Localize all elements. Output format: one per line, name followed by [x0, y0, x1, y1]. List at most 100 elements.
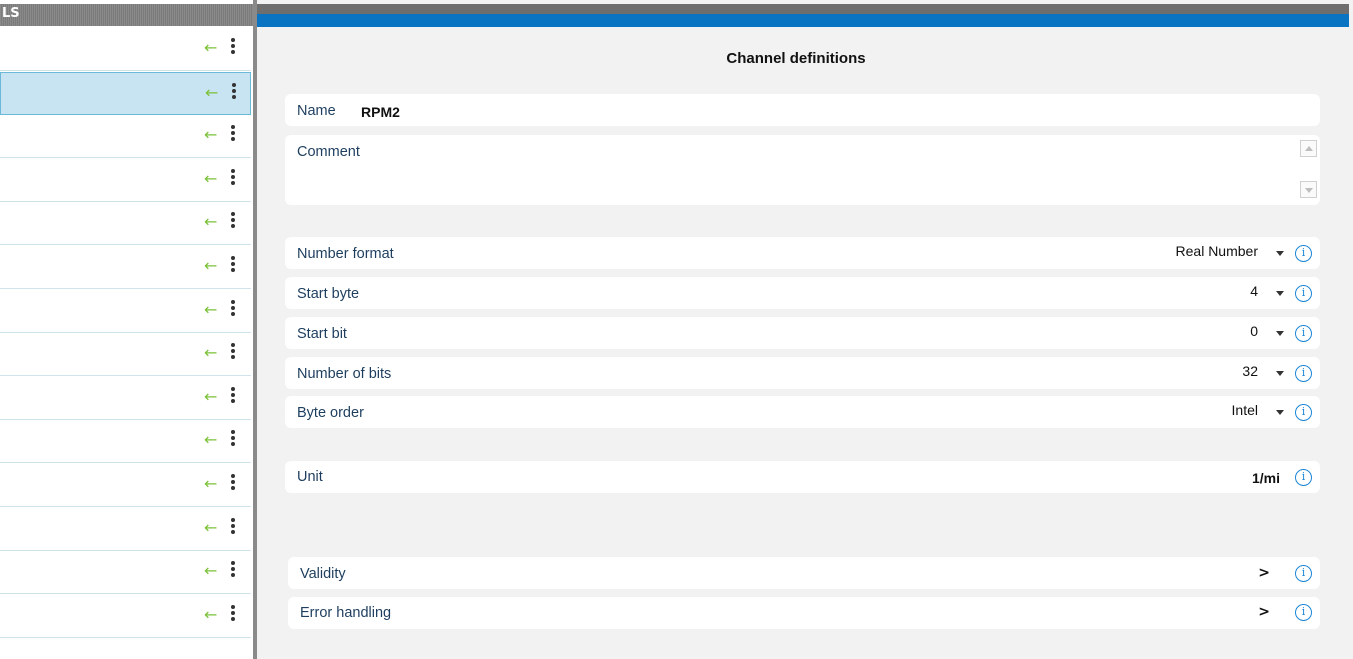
dot	[231, 181, 235, 185]
arrow-left-icon[interactable]: ←	[204, 520, 217, 536]
arrow-left-icon[interactable]: ←	[204, 214, 217, 230]
dot	[231, 268, 235, 272]
chevron-down-icon[interactable]	[1276, 331, 1284, 336]
more-options-icon[interactable]	[228, 254, 238, 274]
more-options-icon[interactable]	[228, 341, 238, 361]
more-options-icon[interactable]	[228, 428, 238, 448]
panel-title: Channel definitions	[726, 50, 866, 67]
scroll-down-button[interactable]	[1300, 181, 1317, 198]
dot	[231, 567, 235, 571]
arrow-left-icon[interactable]: ←	[204, 40, 217, 56]
dot	[231, 169, 235, 173]
panel-accent-bar	[257, 14, 1349, 27]
dot	[231, 524, 235, 528]
dot	[231, 561, 235, 565]
comment-field[interactable]: Comment	[285, 135, 1320, 205]
start-byte-row: Start byte 4 i	[285, 277, 1320, 309]
list-item[interactable]: ←	[0, 246, 251, 289]
more-options-icon[interactable]	[228, 385, 238, 405]
info-icon[interactable]: i	[1295, 469, 1312, 486]
byte-order-label: Byte order	[297, 405, 364, 421]
dot	[232, 83, 236, 87]
more-options-icon[interactable]	[228, 123, 238, 143]
dot	[231, 617, 235, 621]
dot	[231, 399, 235, 403]
number-format-row: Number format Real Number i	[285, 237, 1320, 269]
error-handling-row[interactable]: Error handling > i	[288, 597, 1320, 629]
arrow-left-icon[interactable]: ←	[204, 563, 217, 579]
list-item[interactable]: ←	[0, 508, 251, 551]
start-bit-label: Start bit	[297, 326, 347, 342]
more-options-icon[interactable]	[228, 36, 238, 56]
arrow-left-icon[interactable]: ←	[204, 171, 217, 187]
dot	[231, 256, 235, 260]
validity-row[interactable]: Validity > i	[288, 557, 1320, 589]
list-item[interactable]: ←	[0, 333, 251, 376]
dot	[231, 44, 235, 48]
dot	[231, 262, 235, 266]
list-item[interactable]: ←	[0, 290, 251, 333]
byte-order-row: Byte order Intel i	[285, 396, 1320, 428]
more-options-icon[interactable]	[228, 559, 238, 579]
info-icon[interactable]: i	[1295, 325, 1312, 342]
info-icon[interactable]: i	[1295, 245, 1312, 262]
dot	[231, 387, 235, 391]
channel-definitions-panel: Channel definitions Name RPM2 Comment Nu…	[257, 0, 1353, 659]
number-format-select[interactable]: Real Number	[1176, 243, 1258, 259]
list-item[interactable]: ←	[0, 159, 251, 202]
arrow-left-icon[interactable]: ←	[204, 432, 217, 448]
list-item[interactable]: ←	[0, 28, 251, 71]
arrow-left-icon[interactable]: ←	[204, 258, 217, 274]
list-item[interactable]: ←	[0, 202, 251, 245]
chevron-down-icon[interactable]	[1276, 291, 1284, 296]
chevron-down-icon[interactable]	[1276, 371, 1284, 376]
list-item[interactable]: ←	[0, 377, 251, 420]
more-options-icon[interactable]	[228, 298, 238, 318]
list-item[interactable]: ←	[0, 420, 251, 463]
scroll-up-button[interactable]	[1300, 140, 1317, 157]
info-icon[interactable]: i	[1295, 365, 1312, 382]
start-byte-select[interactable]: 4	[1250, 283, 1258, 299]
dot	[231, 343, 235, 347]
list-item[interactable]: ←	[0, 464, 251, 507]
number-of-bits-label: Number of bits	[297, 366, 392, 382]
arrow-left-icon[interactable]: ←	[204, 127, 217, 143]
info-icon[interactable]: i	[1295, 404, 1312, 421]
arrow-left-icon[interactable]: ←	[204, 302, 217, 318]
dot	[231, 486, 235, 490]
arrow-left-icon[interactable]: ←	[205, 85, 218, 101]
unit-label: Unit	[297, 469, 323, 485]
more-options-icon[interactable]	[228, 167, 238, 187]
scroll-down-icon	[1305, 188, 1313, 193]
list-item[interactable]: ←	[0, 72, 251, 115]
name-field[interactable]: Name RPM2	[285, 94, 1320, 126]
info-icon[interactable]: i	[1295, 285, 1312, 302]
chevron-right-icon[interactable]: >	[1258, 604, 1270, 620]
chevron-down-icon[interactable]	[1276, 410, 1284, 415]
error-handling-label: Error handling	[300, 605, 392, 621]
more-options-icon[interactable]	[228, 210, 238, 230]
arrow-left-icon[interactable]: ←	[204, 607, 217, 623]
chevron-down-icon[interactable]	[1276, 251, 1284, 256]
unit-input[interactable]: 1/mi	[1252, 470, 1280, 486]
byte-order-select[interactable]: Intel	[1232, 402, 1258, 418]
arrow-left-icon[interactable]: ←	[204, 476, 217, 492]
info-icon[interactable]: i	[1295, 565, 1312, 582]
more-options-icon[interactable]	[228, 472, 238, 492]
more-options-icon[interactable]	[229, 81, 239, 101]
arrow-left-icon[interactable]: ←	[204, 389, 217, 405]
name-input[interactable]: RPM2	[361, 104, 400, 120]
start-bit-select[interactable]: 0	[1250, 323, 1258, 339]
more-options-icon[interactable]	[228, 603, 238, 623]
list-item[interactable]: ←	[0, 115, 251, 158]
more-options-icon[interactable]	[228, 516, 238, 536]
number-of-bits-select[interactable]: 32	[1242, 363, 1258, 379]
info-icon[interactable]: i	[1295, 604, 1312, 621]
list-item[interactable]: ←	[0, 551, 251, 594]
dot	[231, 442, 235, 446]
unit-row: Unit 1/mi i	[285, 461, 1320, 493]
chevron-right-icon[interactable]: >	[1258, 565, 1270, 581]
dot	[231, 530, 235, 534]
list-item[interactable]: ←	[0, 595, 251, 638]
arrow-left-icon[interactable]: ←	[204, 345, 217, 361]
